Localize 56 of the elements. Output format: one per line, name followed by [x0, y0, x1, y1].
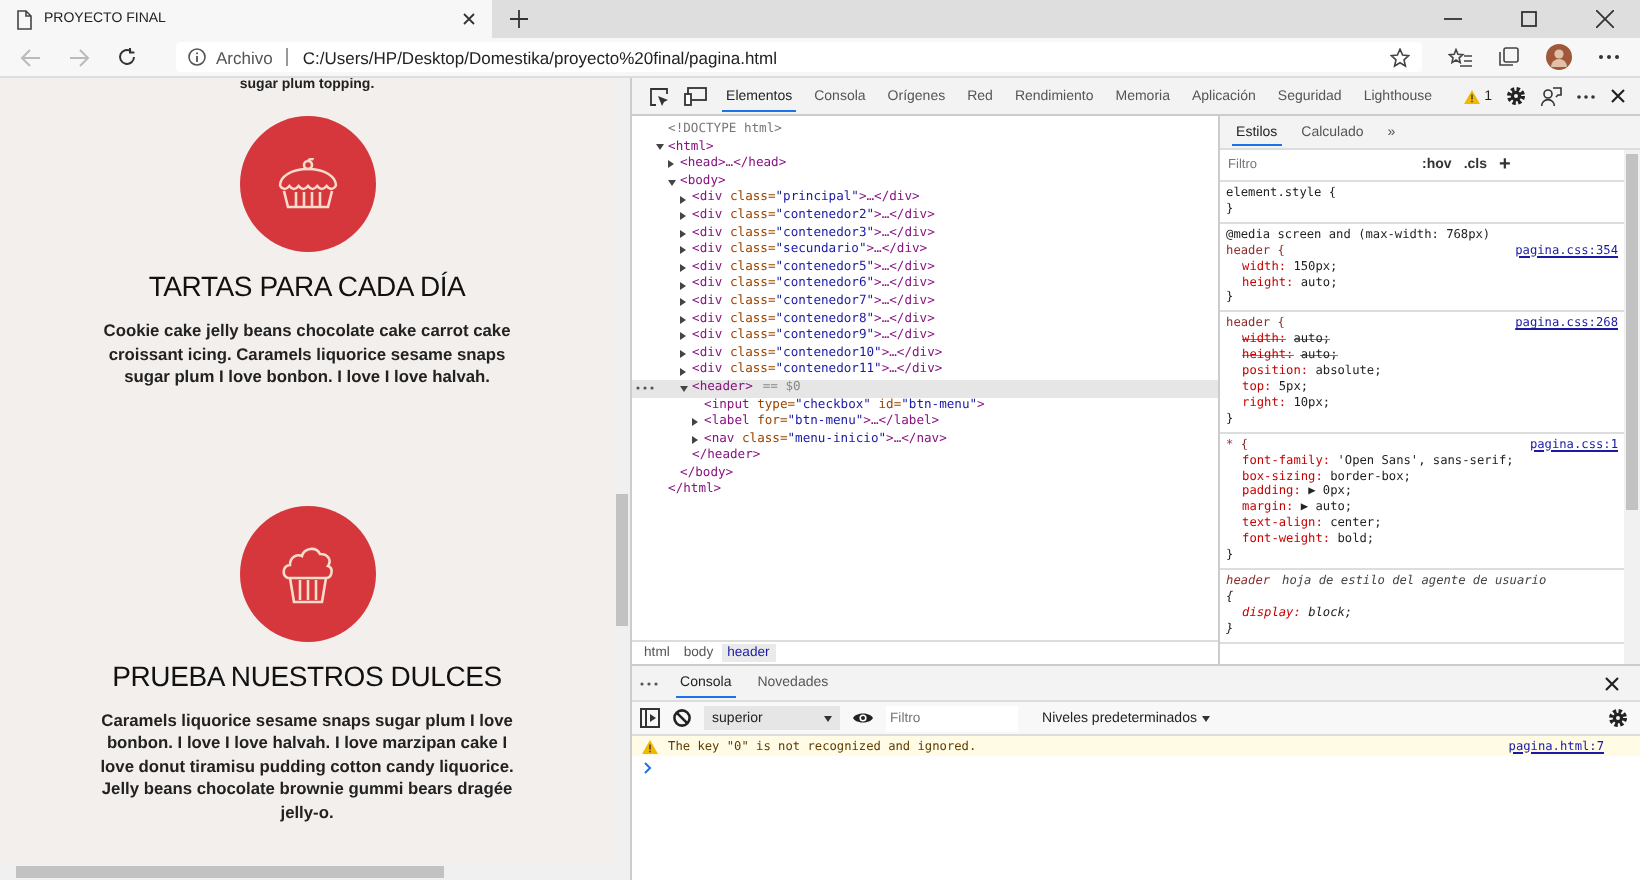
caret-icon[interactable] — [680, 212, 687, 221]
eye-icon[interactable] — [852, 710, 875, 726]
page-icon — [16, 9, 32, 29]
caret-icon[interactable] — [668, 160, 675, 169]
favorites-icon[interactable] — [1448, 47, 1472, 67]
warning-icon — [642, 739, 659, 753]
close-icon[interactable] — [462, 12, 476, 26]
paragraph-text: Cookie cake jelly beans chocolate cake carrot cake croissant icing. Caramels liquorice sesame snaps sugar plum I love bonbon. I love I love halvah. — [101, 320, 513, 389]
more-icon[interactable] — [1576, 93, 1596, 99]
caret-icon[interactable] — [680, 246, 687, 255]
caret-icon[interactable] — [680, 264, 687, 273]
vertical-scrollbar[interactable] — [614, 78, 631, 880]
caret-icon[interactable] — [680, 332, 687, 341]
caret-icon[interactable] — [692, 435, 699, 444]
section-heading: TARTAS PARA CADA DÍA — [148, 270, 466, 302]
close-icon[interactable] — [1604, 675, 1620, 691]
caret-icon — [1202, 715, 1211, 721]
maximize-icon[interactable] — [1520, 10, 1538, 28]
caret-icon[interactable] — [680, 385, 689, 392]
feedback-icon[interactable] — [1540, 85, 1562, 107]
device-icon[interactable] — [684, 86, 709, 106]
block-icon[interactable] — [672, 708, 693, 728]
info-icon — [188, 48, 206, 66]
tart-icon — [273, 158, 342, 210]
caret-icon[interactable] — [680, 350, 687, 359]
horizontal-scrollbar[interactable] — [0, 864, 615, 880]
warning-icon — [1464, 89, 1481, 103]
inspect-icon[interactable] — [648, 85, 671, 107]
star-icon[interactable] — [1390, 47, 1410, 67]
caret-icon[interactable] — [680, 315, 687, 324]
cupcake-icon — [279, 543, 336, 603]
caret-icon[interactable] — [692, 418, 699, 427]
section-heading: PRUEBA NUESTROS DULCES — [112, 659, 502, 691]
collections-icon[interactable] — [1498, 46, 1520, 68]
caret-icon[interactable] — [680, 195, 687, 204]
close-icon[interactable] — [1596, 10, 1614, 28]
settings-icon[interactable] — [1506, 86, 1526, 106]
caret-icon[interactable] — [668, 179, 677, 186]
vertical-scrollbar[interactable] — [1624, 150, 1640, 664]
more-icon[interactable] — [1598, 54, 1620, 60]
caret-icon — [824, 715, 833, 721]
avatar-icon[interactable] — [1546, 44, 1572, 70]
reload-icon[interactable] — [116, 46, 138, 68]
address-bar[interactable]: Archivo C:/Users/HP/Desktop/Domestika/proyecto%20final/pagina.html — [176, 42, 1422, 72]
paragraph-text: Caramels liquorice sesame snaps sugar plum I love bonbon. I love I love halvah. I love marzipan cake I love donut tiramisu pudding cotton candy liquorice. Jelly beans chocolate brownie gummi bears dragée jelly-o. — [98, 709, 516, 824]
add-rule-button[interactable]: + — [1499, 154, 1511, 176]
close-icon[interactable] — [1610, 88, 1626, 104]
sidebar-icon[interactable] — [640, 708, 661, 728]
caret-icon[interactable] — [656, 144, 665, 151]
new-tab-icon[interactable] — [510, 10, 528, 28]
prompt-chevron-icon[interactable] — [644, 762, 653, 774]
caret-icon[interactable] — [680, 298, 687, 307]
settings-icon[interactable] — [1608, 708, 1628, 728]
caret-icon[interactable] — [680, 229, 687, 238]
caret-icon[interactable] — [680, 281, 687, 290]
more-icon[interactable] — [635, 386, 654, 391]
